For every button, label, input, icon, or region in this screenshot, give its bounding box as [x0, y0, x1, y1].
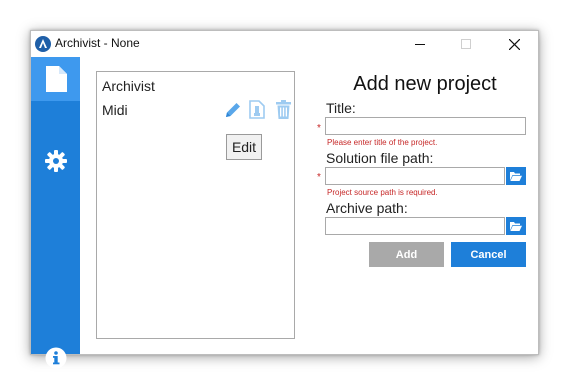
title-error-message: Please enter title of the project.	[327, 138, 438, 147]
sidebar-item-projects[interactable]	[31, 57, 80, 101]
solution-path-label: Solution file path:	[326, 150, 434, 166]
sidebar	[31, 57, 80, 369]
app-window: Archivist - None Archivist Midi Edit Add…	[30, 30, 539, 369]
edit-icon[interactable]	[224, 101, 242, 124]
archive-path-input[interactable]	[325, 217, 505, 235]
document-icon	[45, 66, 67, 92]
add-button[interactable]: Add	[369, 242, 444, 267]
sidebar-item-about[interactable]	[31, 336, 80, 380]
archive-path-browse-button[interactable]	[506, 217, 526, 235]
archivist-logo-icon	[35, 36, 51, 52]
list-item[interactable]: Archivist	[102, 78, 155, 94]
project-list: Archivist Midi	[96, 71, 295, 339]
maximize-button[interactable]	[443, 31, 489, 57]
solution-path-error-message: Project source path is required.	[327, 188, 438, 197]
title-required-mark: *	[317, 123, 321, 134]
title-bar: Archivist - None	[31, 31, 538, 57]
info-icon	[45, 347, 66, 369]
minimize-button[interactable]	[397, 31, 443, 57]
close-button[interactable]	[491, 31, 537, 57]
form-heading: Add new project	[353, 73, 497, 95]
cancel-button[interactable]: Cancel	[451, 242, 526, 267]
edit-tooltip: Edit	[226, 134, 262, 160]
solution-path-input[interactable]	[325, 167, 505, 185]
title-label: Title:	[326, 100, 356, 116]
folder-open-icon	[510, 221, 522, 231]
archive-path-label: Archive path:	[326, 200, 408, 216]
sidebar-item-settings[interactable]	[31, 139, 80, 183]
delete-icon[interactable]	[276, 100, 291, 124]
archive-icon[interactable]	[249, 100, 265, 124]
solution-path-browse-button[interactable]	[506, 167, 526, 185]
maximize-icon	[461, 39, 471, 49]
window-title: Archivist - None	[55, 36, 140, 50]
minimize-icon	[415, 44, 425, 45]
solution-path-required-mark: *	[317, 172, 321, 183]
list-item[interactable]: Midi	[102, 102, 128, 118]
gear-icon	[44, 150, 67, 172]
close-icon	[508, 38, 520, 50]
folder-open-icon	[510, 171, 522, 181]
title-input[interactable]	[325, 117, 526, 135]
